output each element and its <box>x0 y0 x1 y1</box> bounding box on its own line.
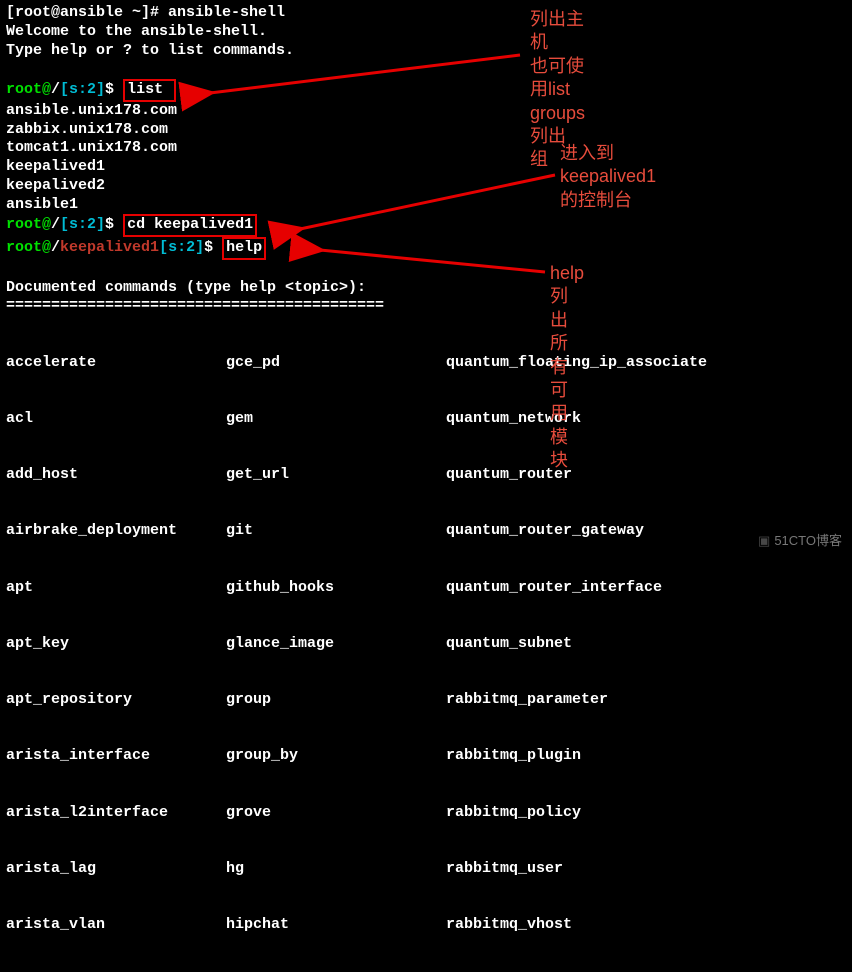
module-item: rabbitmq_policy <box>446 804 846 823</box>
module-item: quantum_network <box>446 410 846 429</box>
module-item: quantum_router_interface <box>446 579 846 598</box>
module-item: rabbitmq_plugin <box>446 747 846 766</box>
prompt-dollar: $ <box>204 239 222 256</box>
prompt-dollar: $ <box>105 216 123 233</box>
shell-command: ansible-shell <box>168 4 285 21</box>
module-item: arista_l2interface <box>6 804 226 823</box>
prompt-sig: [s:2] <box>159 239 204 256</box>
highlight-cd-cmd: cd keepalived1 <box>123 214 257 237</box>
watermark: ▣ 51CTO博客 <box>758 533 842 549</box>
highlight-list-cmd: list <box>123 79 176 102</box>
module-item: apt_repository <box>6 691 226 710</box>
module-item: gce_pd <box>226 354 446 373</box>
module-item: group <box>226 691 446 710</box>
prompt-path: / <box>51 216 60 233</box>
module-item: glance_image <box>226 635 446 654</box>
module-item: rabbitmq_user <box>446 860 846 879</box>
prompt-host: keepalived1 <box>60 239 159 256</box>
list-command: list <box>127 81 163 98</box>
prompt-path: / <box>51 81 60 98</box>
prompt-help[interactable]: root@/keepalived1[s:2]$ help <box>6 237 846 260</box>
module-item: apt <box>6 579 226 598</box>
module-item: quantum_subnet <box>446 635 846 654</box>
shell-prompt: [root@ansible ~]# <box>6 4 168 21</box>
module-item: gem <box>226 410 446 429</box>
module-item: accelerate <box>6 354 226 373</box>
module-item: hg <box>226 860 446 879</box>
blog-icon: ▣ <box>758 533 770 548</box>
documented-header: Documented commands (type help <topic>): <box>6 279 846 298</box>
host-output: keepalived2 <box>6 177 846 196</box>
prompt-user: root@ <box>6 216 51 233</box>
prompt-list[interactable]: root@/[s:2]$ list <box>6 79 846 102</box>
module-table: accelerate acl add_host airbrake_deploym… <box>6 316 846 972</box>
module-item: rabbitmq_vhost <box>446 916 846 935</box>
prompt-dollar: $ <box>105 81 123 98</box>
module-item: hipchat <box>226 916 446 935</box>
module-item: git <box>226 522 446 541</box>
module-item: arista_vlan <box>6 916 226 935</box>
module-item: add_host <box>6 466 226 485</box>
module-item: arista_lag <box>6 860 226 879</box>
module-item: get_url <box>226 466 446 485</box>
highlight-help-cmd: help <box>222 237 266 260</box>
welcome-line-2: Type help or ? to list commands. <box>6 42 846 61</box>
prompt-user: root@ <box>6 81 51 98</box>
module-item: rabbitmq_parameter <box>446 691 846 710</box>
module-item: github_hooks <box>226 579 446 598</box>
module-item: acl <box>6 410 226 429</box>
welcome-line-1: Welcome to the ansible-shell. <box>6 23 846 42</box>
help-command: help <box>226 239 262 256</box>
module-item: group_by <box>226 747 446 766</box>
host-output: zabbix.unix178.com <box>6 121 846 140</box>
module-item: apt_key <box>6 635 226 654</box>
prompt-sig: [s:2] <box>60 81 105 98</box>
prompt-sig: [s:2] <box>60 216 105 233</box>
module-item: grove <box>226 804 446 823</box>
module-item: quantum_router <box>446 466 846 485</box>
cd-command: cd keepalived1 <box>127 216 253 233</box>
prompt-path: / <box>51 239 60 256</box>
module-item: airbrake_deployment <box>6 522 226 541</box>
prompt-user: root@ <box>6 239 51 256</box>
host-output: ansible1 <box>6 196 846 215</box>
host-output: ansible.unix178.com <box>6 102 846 121</box>
module-item: quantum_floating_ip_associate <box>446 354 846 373</box>
terminal: [root@ansible ~]# ansible-shell Welcome … <box>6 4 846 972</box>
prompt-cd[interactable]: root@/[s:2]$ cd keepalived1 <box>6 214 846 237</box>
divider: ========================================… <box>6 297 846 316</box>
host-output: tomcat1.unix178.com <box>6 139 846 158</box>
module-item: arista_interface <box>6 747 226 766</box>
shell-prompt-line: [root@ansible ~]# ansible-shell <box>6 4 846 23</box>
watermark-text: 51CTO博客 <box>774 533 842 548</box>
host-output: keepalived1 <box>6 158 846 177</box>
